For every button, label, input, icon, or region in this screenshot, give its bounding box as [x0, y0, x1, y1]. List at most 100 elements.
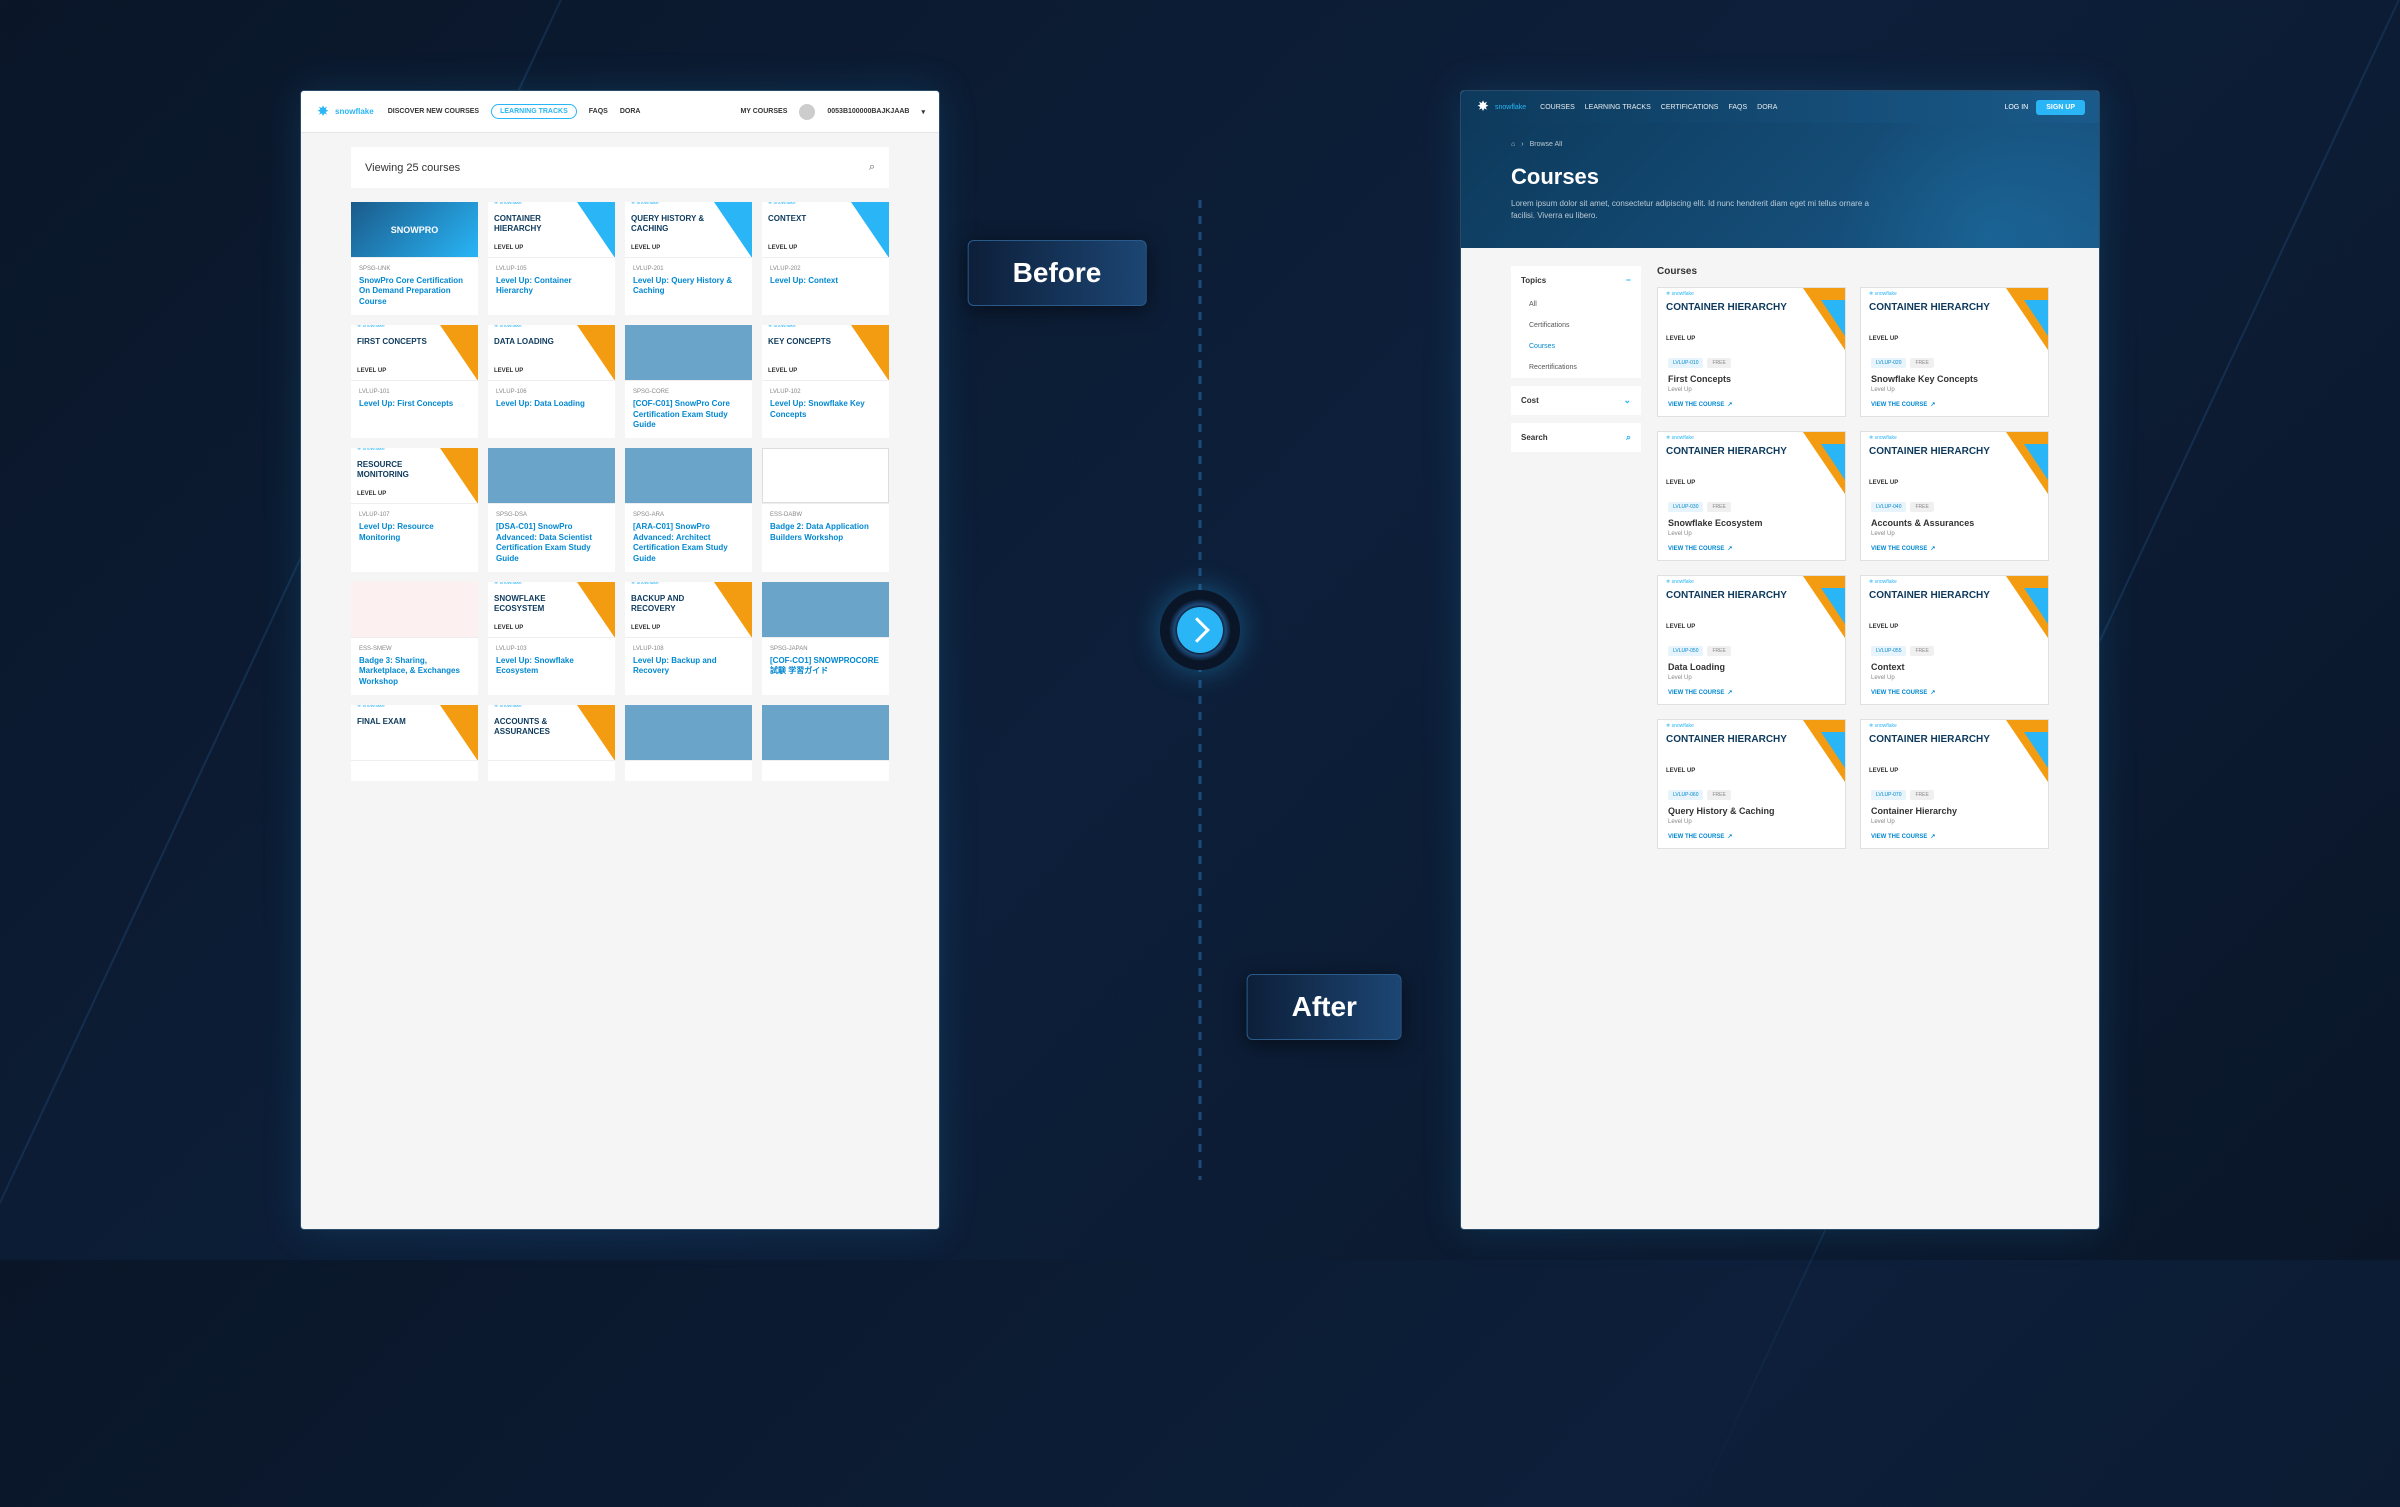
nav-learning-tracks[interactable]: LEARNING TRACKS	[1585, 104, 1651, 111]
course-subtitle: Level Up	[1668, 531, 1835, 537]
course-card[interactable]: ❄ snowflakeKEY CONCEPTSLEVEL UPLVLUP-102…	[762, 325, 889, 438]
filter-search-header[interactable]: Search ⌕	[1511, 423, 1641, 452]
code-badge: LVLUP-055	[1871, 646, 1906, 656]
view-course-link[interactable]: VIEW THE COURSE ↗	[1668, 833, 1835, 840]
chevron-down-icon[interactable]: ▾	[921, 108, 925, 116]
home-icon[interactable]: ⌂	[1511, 141, 1515, 148]
course-card[interactable]: SNOWPROSPSG-UNKSnowPro Core Certificatio…	[351, 202, 478, 315]
viewing-count: Viewing 25 courses	[365, 162, 460, 174]
nav-certifications[interactable]: CERTIFICATIONS	[1661, 104, 1719, 111]
arrow-icon: ↗	[1727, 401, 1732, 408]
filter-item[interactable]: All	[1511, 294, 1641, 315]
view-course-link[interactable]: VIEW THE COURSE ↗	[1871, 833, 2038, 840]
course-card[interactable]: ❄ snowflake CONTAINER HIERARCHY LEVEL UP…	[1657, 431, 1846, 561]
view-course-link[interactable]: VIEW THE COURSE ↗	[1871, 545, 2038, 552]
snowflake-logo[interactable]: snowflake	[1475, 99, 1526, 115]
course-code: SPSG-DSA	[496, 512, 607, 518]
nav-learning-tracks[interactable]: LEARNING TRACKS	[491, 104, 577, 119]
course-card[interactable]: ESS-SMEWBadge 3: Sharing, Marketplace, &…	[351, 582, 478, 695]
course-title: Level Up: Snowflake Ecosystem	[496, 656, 607, 677]
course-subtitle: Level Up	[1668, 819, 1835, 825]
nav-dora[interactable]: DORA	[1757, 104, 1777, 111]
course-card[interactable]: ❄ snowflakeACCOUNTS & ASSURANCES	[488, 705, 615, 781]
course-code: LVLUP-102	[770, 389, 881, 395]
view-course-link[interactable]: VIEW THE COURSE ↗	[1871, 689, 2038, 696]
course-code: LVLUP-201	[633, 266, 744, 272]
after-main: Courses ❄ snowflake CONTAINER HIERARCHY …	[1657, 266, 2049, 849]
course-card[interactable]: ❄ snowflake CONTAINER HIERARCHY LEVEL UP…	[1657, 719, 1846, 849]
arrow-icon: ↗	[1930, 545, 1935, 552]
course-card[interactable]: ❄ snowflakeRESOURCE MONITORINGLEVEL UPLV…	[351, 448, 478, 572]
user-id[interactable]: 0053B100000BAJKJAAB	[827, 108, 909, 115]
view-course-link[interactable]: VIEW THE COURSE ↗	[1668, 545, 1835, 552]
snowflake-logo[interactable]: snowflake	[315, 104, 374, 120]
after-body: Topics − AllCertificationsCoursesRecerti…	[1461, 248, 2099, 867]
divider-line	[1199, 200, 1202, 1180]
course-card[interactable]: ESS-DABWBadge 2: Data Application Builde…	[762, 448, 889, 572]
nav-my-courses[interactable]: MY COURSES	[740, 108, 787, 115]
filter-cost-header[interactable]: Cost ⌄	[1511, 386, 1641, 415]
course-card[interactable]: SPSG-DSA[DSA-C01] SnowPro Advanced: Data…	[488, 448, 615, 572]
course-title: Level Up: Resource Monitoring	[359, 522, 470, 543]
course-card[interactable]: ❄ snowflakeBACKUP AND RECOVERYLEVEL UPLV…	[625, 582, 752, 695]
user-avatar-icon[interactable]	[799, 104, 815, 120]
before-course-grid: SNOWPROSPSG-UNKSnowPro Core Certificatio…	[301, 202, 939, 781]
course-title: Level Up: Data Loading	[496, 399, 607, 409]
nav-courses[interactable]: COURSES	[1540, 104, 1575, 111]
free-badge: FREE	[1707, 358, 1730, 368]
search-icon: ⌕	[1626, 432, 1631, 443]
view-course-link[interactable]: VIEW THE COURSE ↗	[1668, 689, 1835, 696]
course-card[interactable]: ❄ snowflakeFINAL EXAM	[351, 705, 478, 781]
filter-item[interactable]: Recertifications	[1511, 357, 1641, 378]
breadcrumb-separator: ›	[1521, 141, 1523, 148]
course-card[interactable]: ❄ snowflake CONTAINER HIERARCHY LEVEL UP…	[1860, 431, 2049, 561]
course-code: SPSG-JAPAN	[770, 646, 881, 652]
before-screenshot: snowflake DISCOVER NEW COURSES LEARNING …	[300, 90, 940, 1230]
course-card[interactable]: ❄ snowflakeSNOWFLAKE ECOSYSTEMLEVEL UPLV…	[488, 582, 615, 695]
course-card[interactable]: ❄ snowflakeCONTEXTLEVEL UPLVLUP-202Level…	[762, 202, 889, 315]
nav-faqs[interactable]: FAQS	[1728, 104, 1747, 111]
view-course-link[interactable]: VIEW THE COURSE ↗	[1668, 401, 1835, 408]
course-card[interactable]: ❄ snowflakeDATA LOADINGLEVEL UPLVLUP-106…	[488, 325, 615, 438]
course-title: [ARA-C01] SnowPro Advanced: Architect Ce…	[633, 522, 744, 564]
after-screenshot: snowflake COURSES LEARNING TRACKS CERTIF…	[1460, 90, 2100, 1230]
course-card[interactable]: SPSG-CORE[COF-C01] SnowPro Core Certific…	[625, 325, 752, 438]
course-card[interactable]: SPSG-JAPAN [COF-CO1] SNOWPROCORE試験 学習ガイド	[762, 582, 889, 695]
course-subtitle: Level Up	[1871, 675, 2038, 681]
course-card[interactable]: ❄ snowflake CONTAINER HIERARCHY LEVEL UP…	[1657, 287, 1846, 417]
course-card[interactable]: ❄ snowflakeQUERY HISTORY & CACHINGLEVEL …	[625, 202, 752, 315]
arrow-icon: ↗	[1930, 401, 1935, 408]
login-link[interactable]: LOG IN	[2004, 104, 2028, 111]
course-title: Accounts & Assurances	[1871, 518, 2038, 528]
filter-cost: Cost ⌄	[1511, 386, 1641, 415]
arrow-icon: ↗	[1727, 833, 1732, 840]
course-card[interactable]	[625, 705, 752, 781]
breadcrumb-current: Browse All	[1530, 141, 1563, 148]
signup-button[interactable]: SIGN UP	[2036, 100, 2085, 115]
course-card[interactable]: ❄ snowflake CONTAINER HIERARCHY LEVEL UP…	[1860, 287, 2049, 417]
course-card[interactable]: ❄ snowflake CONTAINER HIERARCHY LEVEL UP…	[1657, 575, 1846, 705]
course-code: LVLUP-108	[633, 646, 744, 652]
course-card[interactable]: ❄ snowflake CONTAINER HIERARCHY LEVEL UP…	[1860, 575, 2049, 705]
course-card[interactable]: ❄ snowflakeFIRST CONCEPTSLEVEL UPLVLUP-1…	[351, 325, 478, 438]
course-card[interactable]: SPSG-ARA[ARA-C01] SnowPro Advanced: Arch…	[625, 448, 752, 572]
filter-item[interactable]: Courses	[1511, 336, 1641, 357]
code-badge: LVLUP-040	[1871, 502, 1906, 512]
course-code: ESS-DABW	[770, 512, 881, 518]
view-course-link[interactable]: VIEW THE COURSE ↗	[1871, 401, 2038, 408]
search-icon[interactable]: ⌕	[869, 161, 875, 174]
filter-topics-header[interactable]: Topics −	[1511, 266, 1641, 294]
course-title: Snowflake Ecosystem	[1668, 518, 1835, 528]
filter-item[interactable]: Certifications	[1511, 315, 1641, 336]
course-card[interactable]: ❄ snowflake CONTAINER HIERARCHY LEVEL UP…	[1860, 719, 2049, 849]
nav-faqs[interactable]: FAQS	[589, 108, 608, 115]
course-card[interactable]	[762, 705, 889, 781]
code-badge: LVLUP-050	[1668, 646, 1703, 656]
before-label: Before	[968, 240, 1147, 306]
course-card[interactable]: ❄ snowflakeCONTAINER HIERARCHYLEVEL UPLV…	[488, 202, 615, 315]
free-badge: FREE	[1910, 502, 1933, 512]
course-title: [COF-CO1] SNOWPROCORE試験 学習ガイド	[770, 656, 881, 677]
nav-dora[interactable]: DORA	[620, 108, 641, 115]
before-header: snowflake DISCOVER NEW COURSES LEARNING …	[301, 91, 939, 133]
nav-discover[interactable]: DISCOVER NEW COURSES	[388, 108, 479, 115]
